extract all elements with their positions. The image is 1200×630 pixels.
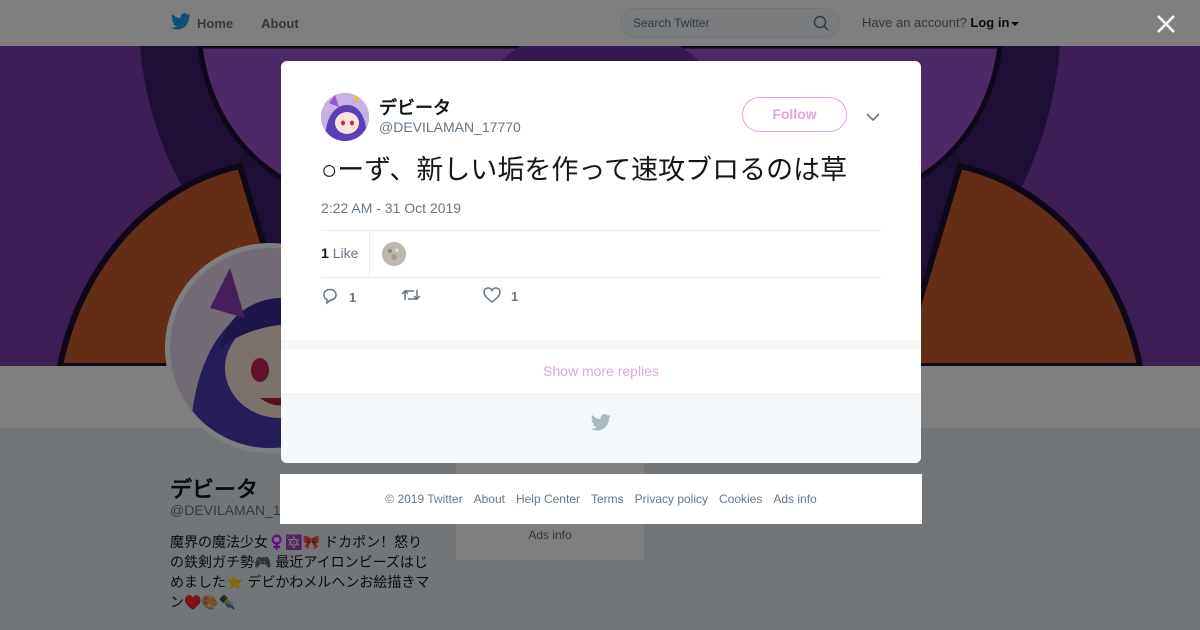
author-name[interactable]: デビータ xyxy=(379,94,451,120)
follow-button[interactable]: Follow xyxy=(742,97,847,132)
copyright-text: © 2019 Twitter xyxy=(385,492,463,506)
reply-button[interactable]: 1 xyxy=(321,287,356,308)
show-more-replies-button[interactable]: Show more replies xyxy=(281,349,921,395)
legal-footer: © 2019 Twitter About Help Center Terms P… xyxy=(280,474,922,524)
reply-count: 1 xyxy=(349,290,357,305)
chevron-down-icon[interactable] xyxy=(866,109,880,127)
footer-cookies-link[interactable]: Cookies xyxy=(719,492,762,506)
retweet-icon xyxy=(401,287,421,306)
modal-footer xyxy=(281,395,921,463)
heart-icon xyxy=(483,287,501,306)
footer-terms-link[interactable]: Terms xyxy=(591,492,624,506)
tweet-timestamp[interactable]: 2:22 AM - 31 Oct 2019 xyxy=(321,200,461,216)
footer-ads-info-link[interactable]: Ads info xyxy=(773,492,816,506)
author-avatar[interactable] xyxy=(321,93,369,141)
likes-count: 1 xyxy=(321,245,329,261)
legal-links: © 2019 Twitter About Help Center Terms P… xyxy=(280,474,922,524)
likes-stat[interactable]: 1 Like xyxy=(321,245,358,261)
retweet-button[interactable] xyxy=(401,287,431,306)
tweet-text: ○ーず、新しい垢を作って速攻ブロるのは草 xyxy=(321,155,848,185)
like-count: 1 xyxy=(511,289,519,304)
liker-avatar[interactable] xyxy=(382,242,406,266)
footer-privacy-link[interactable]: Privacy policy xyxy=(635,492,708,506)
twitter-bird-icon xyxy=(590,414,611,436)
author-handle[interactable]: @DEVILAMAN_17770 xyxy=(379,119,521,135)
like-button[interactable]: 1 xyxy=(483,287,518,306)
tweet-modal: デビータ @DEVILAMAN_17770 Follow ○ーず、新しい垢を作っ… xyxy=(281,61,921,463)
reply-icon xyxy=(321,287,339,308)
reply-separator xyxy=(281,340,921,349)
permalink-tweet: デビータ @DEVILAMAN_17770 Follow ○ーず、新しい垢を作っ… xyxy=(281,61,921,340)
likes-label: Like xyxy=(332,245,359,261)
tweet-stats: 1 Like xyxy=(321,230,881,278)
footer-help-center-link[interactable]: Help Center xyxy=(516,492,580,506)
stats-divider xyxy=(369,231,370,277)
footer-about-link[interactable]: About xyxy=(474,492,505,506)
close-icon[interactable] xyxy=(1154,12,1178,36)
